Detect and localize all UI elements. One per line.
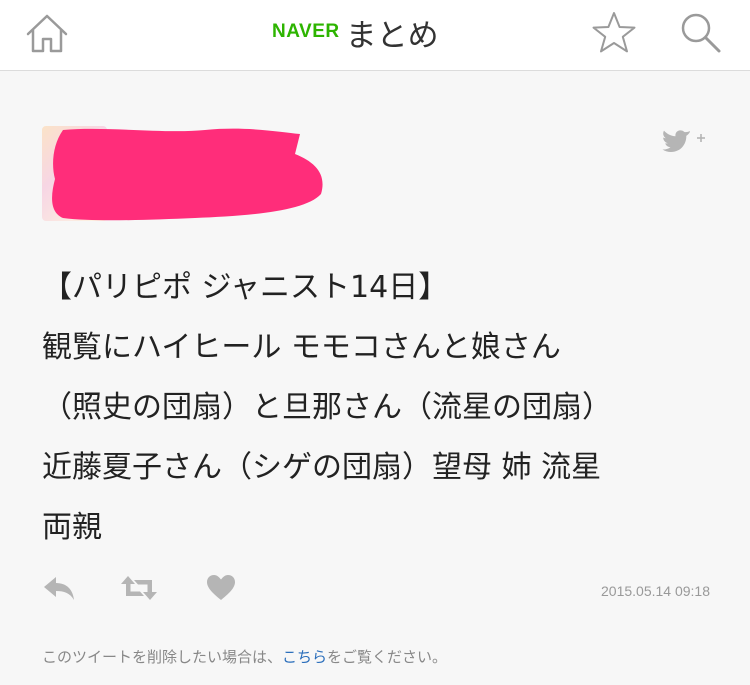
star-icon — [592, 12, 636, 53]
reply-icon — [44, 577, 74, 600]
tweet-line: 両親 — [42, 510, 102, 545]
app-logo[interactable]: NAVER まとめ — [272, 10, 439, 54]
search-button[interactable] — [676, 8, 726, 58]
notice-suffix: をご覧ください。 — [327, 648, 448, 666]
twitter-follow-button[interactable] — [660, 126, 708, 152]
tweet-timestamp: 2015.05.14 09:18 — [601, 583, 710, 599]
tweet-line: 観覧にハイヒール モモコさんと娘さん — [42, 330, 561, 365]
home-icon — [26, 14, 68, 53]
logo-title: まとめ — [345, 17, 439, 54]
reply-button[interactable] — [42, 572, 76, 604]
author-name-redaction — [52, 128, 323, 221]
top-header: NAVER まとめ — [0, 0, 750, 71]
twitter-bird-plus-icon — [662, 130, 705, 152]
favorite-button[interactable] — [589, 8, 639, 58]
like-button[interactable] — [206, 572, 236, 604]
tweet-line: （照史の団扇）と旦那さん（流星の団扇） — [42, 390, 612, 425]
delete-notice: このツイートを削除したい場合は、こちらをご覧ください。 — [42, 646, 447, 667]
tweet-text: 【パリピポ ジャニスト14日】 観覧にハイヒール モモコさんと娘さん （照史の団… — [42, 258, 722, 558]
logo-brand: NAVER — [272, 21, 340, 42]
home-button[interactable] — [22, 8, 72, 58]
tweet-line: 近藤夏子さん（シゲの団扇）望母 姉 流星 — [42, 450, 602, 485]
search-icon — [681, 13, 721, 53]
heart-icon — [207, 575, 235, 600]
retweet-icon — [121, 576, 157, 600]
tweet-line: 【パリピポ ジャニスト14日】 — [42, 270, 449, 305]
retweet-button[interactable] — [120, 572, 158, 604]
notice-link[interactable]: こちら — [282, 648, 327, 666]
notice-prefix: このツイートを削除したい場合は、 — [42, 648, 283, 666]
